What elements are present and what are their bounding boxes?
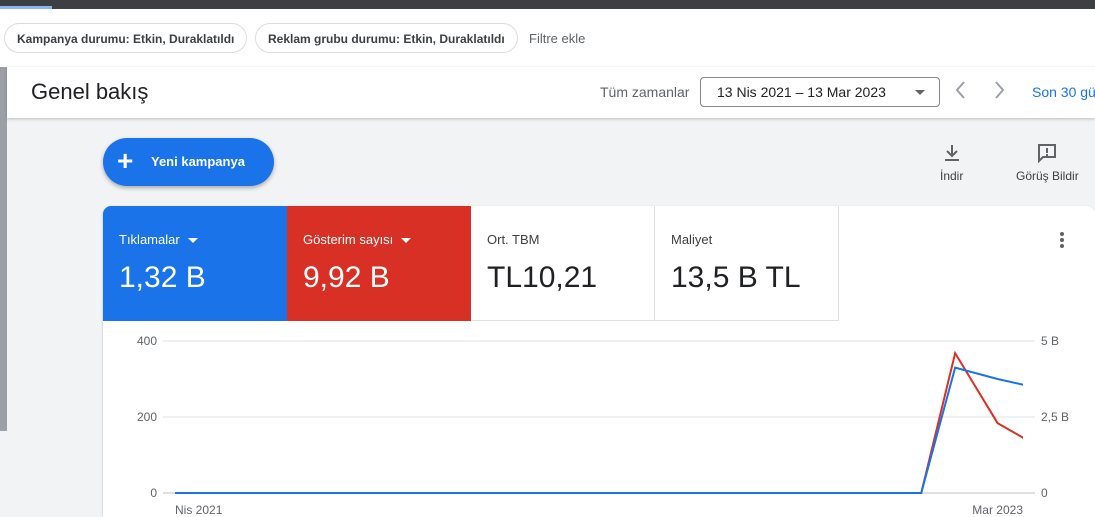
date-range-label: Tüm zamanlar (600, 84, 690, 100)
metric-cost-value: 13,5 B TL (671, 261, 801, 294)
x-tick-label: Nis 2021 (175, 503, 223, 517)
page-title: Genel bakış (31, 79, 149, 104)
y-left-tick-label: 0 (150, 486, 157, 500)
metric-clicks[interactable]: Tıklamalar 1,32 B (103, 206, 287, 321)
adgroup-status-filter-chip[interactable]: Reklam grubu durumu: Etkin, Duraklatıldı (255, 23, 518, 53)
previous-period-icon[interactable] (954, 80, 966, 105)
metric-impressions-label: Gösterim sayısı (303, 232, 394, 247)
next-period-icon[interactable] (994, 80, 1006, 105)
overview-header: Genel bakış Tüm zamanlar 13 Nis 2021 – 1… (7, 67, 1095, 118)
y-right-tick-label: 0 (1041, 486, 1048, 500)
left-panel-edge (0, 67, 7, 431)
series-line-impressions (175, 350, 1023, 494)
metric-clicks-dropdown-icon (187, 238, 198, 244)
performance-chart: 400 5 B 200 2,5 B 0 0 Nis 2021 Mar 2023 (137, 334, 1069, 517)
metric-clicks-label: Tıklamalar (119, 232, 180, 247)
metric-impressions[interactable]: Gösterim sayısı 9,92 B (287, 206, 471, 321)
more-options-icon[interactable] (1056, 232, 1068, 250)
metric-impressions-value: 9,92 B (303, 261, 390, 294)
last-30-days-button[interactable]: Son 30 gü (1032, 84, 1095, 100)
series-line-clicks (175, 366, 1023, 494)
plus-icon: + (117, 145, 134, 176)
performance-card: Tıklamalar 1,32 B Gösterim sayısı 9,92 B… (103, 206, 1095, 517)
metric-clicks-value: 1,32 B (119, 261, 206, 294)
feedback-label: Görüş Bildir (1016, 169, 1079, 183)
metric-cost-label: Maliyet (671, 232, 713, 247)
new-campaign-button[interactable]: + Yeni kampanya (103, 138, 274, 186)
campaign-status-filter-chip[interactable]: Kampanya durumu: Etkin, Duraklatıldı (4, 23, 248, 53)
y-left-tick-label: 400 (137, 334, 157, 348)
metric-impressions-dropdown-icon (401, 238, 412, 244)
dropdown-arrow-icon (915, 90, 925, 95)
filter-bar: Kampanya durumu: Etkin, Duraklatıldı Rek… (0, 9, 1095, 68)
metric-avg-cpc-label: Ort. TBM (487, 232, 540, 247)
y-right-tick-label: 5 B (1041, 334, 1059, 348)
add-filter-button[interactable]: Filtre ekle (529, 23, 585, 55)
metric-avg-cpc-value: TL10,21 (487, 261, 598, 294)
date-range-value: 13 Nis 2021 – 13 Mar 2023 (717, 84, 886, 100)
download-label: İndir (940, 169, 964, 183)
metric-cost[interactable]: Maliyet 13,5 B TL (655, 206, 839, 321)
feedback-icon (1038, 144, 1057, 163)
new-campaign-label: Yeni kampanya (151, 154, 245, 169)
x-tick-label: Mar 2023 (972, 503, 1023, 517)
feedback-button[interactable]: Görüş Bildir (1016, 143, 1079, 183)
download-icon (944, 145, 959, 161)
y-left-tick-label: 200 (137, 410, 157, 424)
metric-avg-cpc[interactable]: Ort. TBM TL10,21 (471, 206, 655, 321)
date-range-dropdown[interactable]: 13 Nis 2021 – 13 Mar 2023 (700, 77, 940, 107)
browser-top-bar (0, 0, 1095, 9)
download-button[interactable]: İndir (940, 143, 963, 183)
y-right-tick-label: 2,5 B (1041, 410, 1069, 424)
